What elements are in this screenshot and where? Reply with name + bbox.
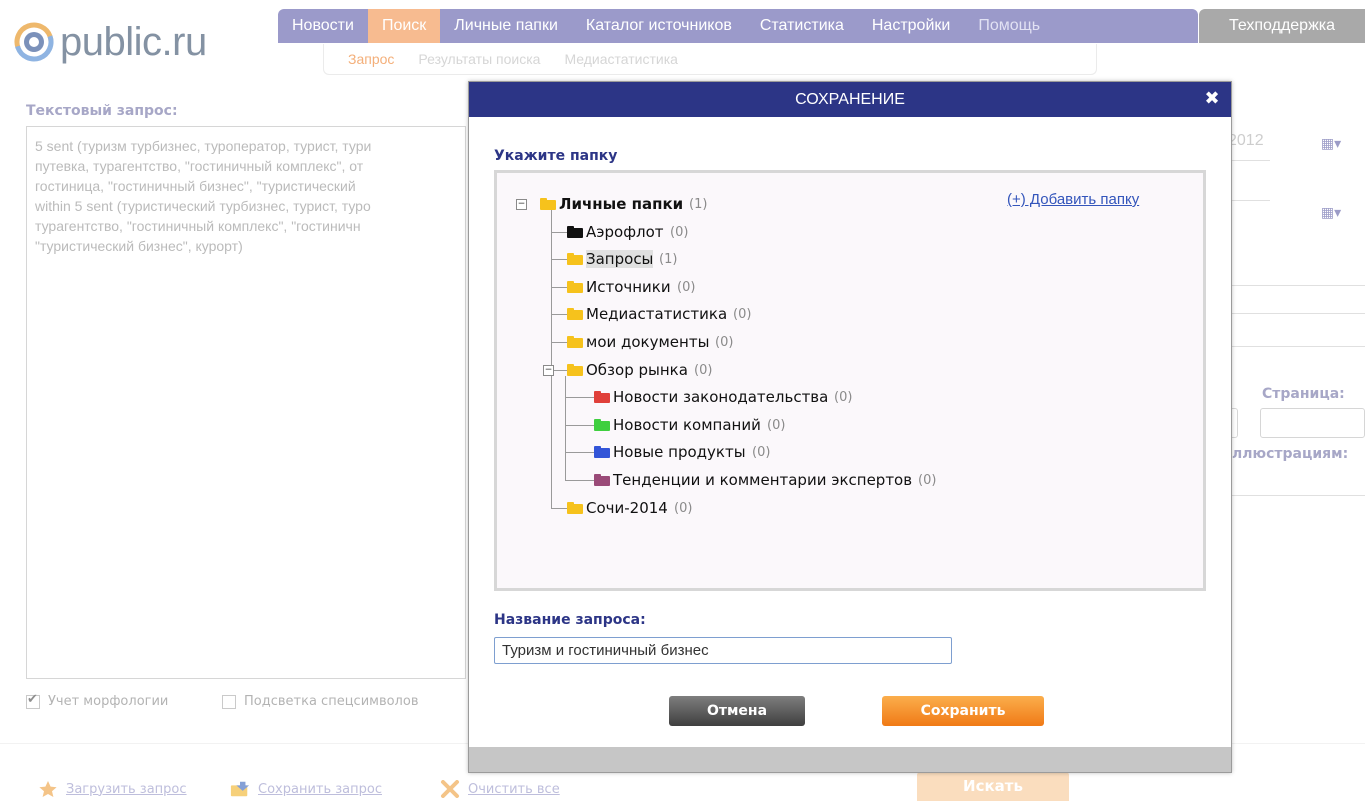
folder-body — [567, 503, 583, 514]
tree-node-новости-компаний[interactable]: Новости компаний — [613, 416, 761, 434]
tree-connector-line — [565, 375, 566, 480]
tree-node-аэрофлот[interactable]: Аэрофлот — [586, 223, 664, 241]
tree-collapse-toggle-icon[interactable]: − — [516, 199, 527, 210]
save-button[interactable]: Сохранить — [882, 696, 1044, 726]
folder-icon — [594, 391, 610, 404]
folder-body — [594, 448, 610, 459]
folder-icon — [594, 446, 610, 459]
folder-icon — [567, 308, 583, 321]
tree-node-запросы[interactable]: Запросы — [586, 250, 654, 269]
folder-body — [594, 476, 610, 486]
tree-connector-line — [551, 314, 567, 316]
tree-node-count: (0) — [834, 390, 853, 406]
tree-node-новости-законодательства[interactable]: Новости законодательства — [613, 388, 828, 406]
tree-node-медиастатистика[interactable]: Медиастатистика — [586, 305, 727, 323]
tree-node-count: (0) — [767, 417, 786, 433]
folder-icon — [594, 474, 610, 486]
open-folder-icon — [567, 253, 583, 266]
folder-icon — [540, 198, 556, 210]
tree-node-count: (0) — [674, 500, 693, 516]
folder-body — [540, 200, 556, 210]
tree-connector-line — [565, 424, 594, 426]
query-name-label: Название запроса: — [494, 612, 646, 628]
folder-icon — [567, 363, 583, 376]
folder-icon — [567, 336, 583, 348]
folder-body — [567, 255, 583, 266]
folder-select-label: Укажите папку — [494, 148, 618, 164]
tree-collapse-toggle-icon[interactable]: − — [543, 364, 554, 376]
query-name-input[interactable]: Туризм и гостиничный бизнес — [494, 637, 952, 664]
tree-node-count: (0) — [918, 473, 937, 488]
tree-connector-line — [551, 210, 552, 508]
folder-body — [567, 282, 583, 293]
folder-body — [567, 310, 583, 321]
tree-node-обзор-рынка[interactable]: Обзор рынка — [586, 361, 688, 379]
close-icon[interactable]: ✖ — [1203, 90, 1221, 108]
folder-body — [567, 365, 583, 376]
tree-node-источники[interactable]: Источники — [586, 278, 671, 296]
tree-connector-line — [551, 507, 567, 509]
dialog-footer — [469, 747, 1231, 772]
save-dialog: СОХРАНЕНИЕ ✖ Укажите папку (+) Добавить … — [468, 81, 1232, 773]
tree-node-count: (0) — [694, 362, 713, 378]
tree-node-count: (1) — [689, 197, 708, 212]
tree-connector-line — [551, 259, 567, 261]
folder-body — [567, 338, 583, 348]
tree-connector-line — [565, 480, 594, 481]
tree-node-личные-папки[interactable]: Личные папки — [559, 195, 683, 213]
tree-connector-line — [551, 342, 567, 343]
tree-node-count: (0) — [752, 445, 771, 461]
cancel-button[interactable]: Отмена — [669, 696, 805, 726]
folder-icon — [594, 418, 610, 431]
tree-connector-line — [565, 452, 594, 454]
tree-node-сочи-2014[interactable]: Сочи-2014 — [586, 499, 668, 517]
tree-connector-line — [551, 231, 567, 233]
tree-node-count: (0) — [715, 335, 734, 350]
tree-connector-line — [551, 286, 567, 288]
tree-connector-line — [565, 397, 594, 399]
add-folder-link[interactable]: (+) Добавить папку — [1007, 191, 1139, 208]
tree-node-count: (0) — [677, 279, 696, 295]
dialog-title: СОХРАНЕНИЕ — [469, 82, 1231, 117]
folder-icon — [567, 225, 583, 238]
folder-body — [567, 227, 583, 238]
tree-node-новые-продукты[interactable]: Новые продукты — [613, 443, 746, 461]
folder-body — [594, 393, 610, 404]
tree-node-тенденции-и-комментарии-экспертов[interactable]: Тенденции и комментарии экспертов — [613, 471, 912, 489]
tree-node-count: (0) — [733, 307, 752, 323]
folder-icon — [567, 280, 583, 293]
tree-node-мои-документы[interactable]: мои документы — [586, 333, 709, 351]
folder-body — [594, 420, 610, 431]
folder-icon — [567, 501, 583, 514]
tree-node-count: (1) — [659, 252, 678, 268]
tree-node-count: (0) — [670, 224, 689, 240]
